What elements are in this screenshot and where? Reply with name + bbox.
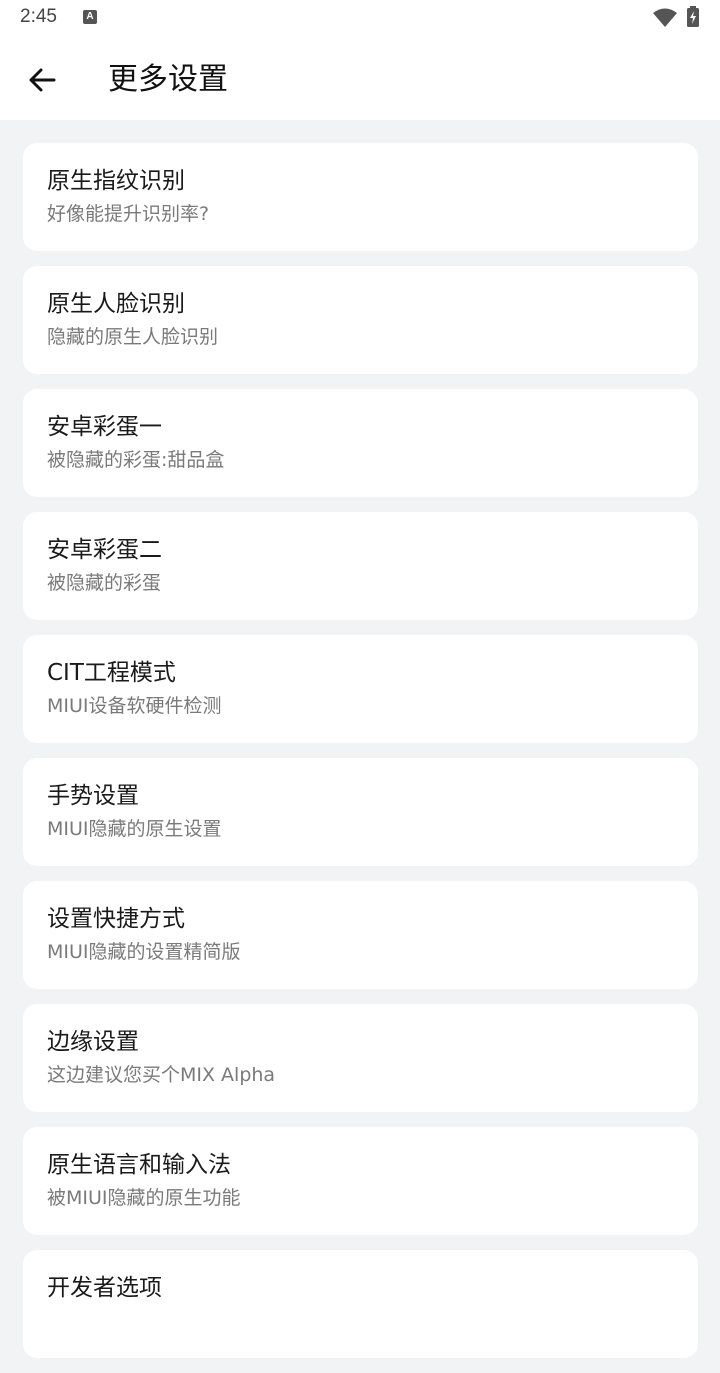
list-item-title: 设置快捷方式 xyxy=(47,906,185,932)
list-item-language-input[interactable]: 原生语言和输入法 被MIUI隐藏的原生功能 xyxy=(23,1127,698,1235)
back-button[interactable] xyxy=(18,56,66,104)
list-item-title: 原生人脸识别 xyxy=(47,291,185,317)
list-item-title: 边缘设置 xyxy=(47,1029,139,1055)
status-bar: 2:45 A xyxy=(0,0,720,36)
list-item-subtitle: MIUI隐藏的设置精简版 xyxy=(47,941,241,963)
list-item-subtitle: 隐藏的原生人脸识别 xyxy=(47,326,219,348)
list-item-easter-egg-1[interactable]: 安卓彩蛋一 被隐藏的彩蛋:甜品盒 xyxy=(23,389,698,497)
list-item-settings-shortcut[interactable]: 设置快捷方式 MIUI隐藏的设置精简版 xyxy=(23,881,698,989)
list-item-gesture-settings[interactable]: 手势设置 MIUI隐藏的原生设置 xyxy=(23,758,698,866)
list-item-title: 手势设置 xyxy=(47,783,139,809)
list-item-edge-settings[interactable]: 边缘设置 这边建议您买个MIX Alpha xyxy=(23,1004,698,1112)
list-item-title: 原生指纹识别 xyxy=(47,168,185,194)
wifi-icon xyxy=(653,8,677,27)
list-item-cit-mode[interactable]: CIT工程模式 MIUI设备软硬件检测 xyxy=(23,635,698,743)
notification-icon: A xyxy=(83,10,97,24)
list-item-subtitle: 好像能提升识别率? xyxy=(47,203,210,225)
list-item-subtitle: MIUI设备软硬件检测 xyxy=(47,695,222,717)
list-item-subtitle: 这边建议您买个MIX Alpha xyxy=(47,1064,276,1086)
list-item-title: 安卓彩蛋一 xyxy=(47,414,162,440)
list-item-subtitle: 被隐藏的彩蛋:甜品盒 xyxy=(47,449,225,471)
page-title: 更多设置 xyxy=(108,62,228,97)
settings-list: 原生指纹识别 好像能提升识别率? 原生人脸识别 隐藏的原生人脸识别 安卓彩蛋一 … xyxy=(23,143,698,1373)
list-item-title: 安卓彩蛋二 xyxy=(47,537,162,563)
list-item-subtitle: MIUI隐藏的原生设置 xyxy=(47,818,222,840)
battery-charging-icon xyxy=(687,6,699,27)
list-item-title: 原生语言和输入法 xyxy=(47,1152,231,1178)
list-item-easter-egg-2[interactable]: 安卓彩蛋二 被隐藏的彩蛋 xyxy=(23,512,698,620)
status-time: 2:45 xyxy=(20,6,57,27)
list-item-title: 开发者选项 xyxy=(47,1275,162,1301)
list-item-title: CIT工程模式 xyxy=(47,660,176,686)
arrow-back-icon xyxy=(29,68,56,92)
app-bar: 更多设置 xyxy=(0,36,720,120)
list-item-face-unlock[interactable]: 原生人脸识别 隐藏的原生人脸识别 xyxy=(23,266,698,374)
list-item-developer-options[interactable]: 开发者选项 xyxy=(23,1250,698,1358)
list-item-fingerprint[interactable]: 原生指纹识别 好像能提升识别率? xyxy=(23,143,698,251)
list-item-subtitle: 被隐藏的彩蛋 xyxy=(47,572,162,594)
list-item-subtitle: 被MIUI隐藏的原生功能 xyxy=(47,1187,241,1209)
